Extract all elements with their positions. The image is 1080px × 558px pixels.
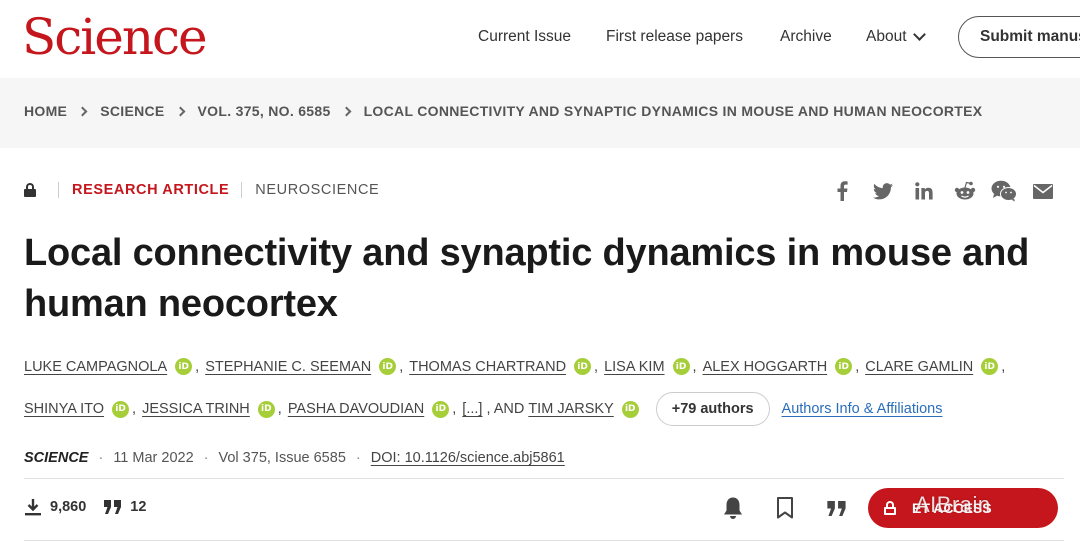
science-logo[interactable]: Science [22,8,208,66]
nav-archive[interactable]: Archive [780,28,832,46]
author-link[interactable]: ALEX HOGGARTH [703,359,828,375]
email-icon[interactable] [1030,180,1056,202]
download-count: 9,860 [50,499,87,515]
cite-quote-icon[interactable] [823,494,851,522]
nav-about-label: About [866,28,907,45]
author-link[interactable]: CLARE GAMLIN [865,359,973,375]
author-link[interactable]: TIM JARSKY [528,401,613,417]
orcid-icon[interactable]: iD [672,358,690,375]
volume-issue: Vol 375, Issue 6585 [218,450,346,466]
chevron-down-icon [912,28,926,41]
author-list: SHINYA ITO iD, JESSICA TRINH iD, PASHA D… [24,392,1064,426]
doi-link[interactable]: DOI: 10.1126/science.abj5861 [371,450,565,466]
citation-count: 12 [130,499,147,515]
author-link[interactable]: JESSICA TRINH [142,401,250,417]
lock-icon [24,183,36,197]
author-list: LUKE CAMPAGNOLA iD, STEPHANIE C. SEEMAN … [24,358,1006,375]
chevron-right-icon [341,106,352,116]
breadcrumb: HOME SCIENCE VOL. 375, NO. 6585 LOCAL CO… [24,103,982,119]
orcid-icon[interactable]: iD [621,400,639,418]
author-link[interactable]: LUKE CAMPAGNOLA [24,359,167,375]
orcid-icon[interactable]: iD [112,400,130,418]
linkedin-icon[interactable] [911,180,937,202]
authors-info-affiliations-link[interactable]: Authors Info & Affiliations [782,401,943,417]
lock-icon [884,501,896,515]
download-icon [24,498,42,516]
twitter-icon[interactable] [870,180,896,202]
orcid-icon[interactable]: iD [175,358,193,375]
chevron-right-icon [77,106,88,116]
author-link[interactable]: THOMAS CHARTRAND [409,359,566,375]
orcid-icon[interactable]: iD [379,358,397,375]
reddit-icon[interactable] [952,180,978,202]
chevron-right-icon [175,106,185,116]
divider [24,478,1064,479]
divider [24,540,1064,541]
breadcrumb-home[interactable]: HOME [24,103,67,119]
breadcrumb-band: HOME SCIENCE VOL. 375, NO. 6585 LOCAL CO… [0,78,1080,148]
article-type[interactable]: RESEARCH ARTICLE [72,182,229,198]
author-link[interactable]: LISA KIM [604,359,664,375]
watermark: AIBrain [915,492,991,517]
facebook-icon[interactable] [829,180,855,202]
site-header: Science Current Issue First release pape… [0,0,1080,78]
publication-info: SCIENCE · 11 Mar 2022 · Vol 375, Issue 6… [24,450,565,466]
article-section[interactable]: NEUROSCIENCE [255,182,379,198]
breadcrumb-current: LOCAL CONNECTIVITY AND SYNAPTIC DYNAMICS… [363,103,983,119]
more-authors-button[interactable]: +79 authors [655,392,770,426]
wechat-icon[interactable] [990,180,1018,202]
breadcrumb-science[interactable]: SCIENCE [100,103,164,119]
and-text: , AND [486,401,525,417]
author-link[interactable]: SHINYA ITO [24,401,104,417]
article-metrics: 9,860 12 [24,498,146,516]
author-link[interactable]: STEPHANIE C. SEEMAN [205,359,371,375]
nav-first-release-papers[interactable]: First release papers [606,28,743,46]
orcid-icon[interactable]: iD [432,400,450,418]
bell-icon[interactable] [719,494,747,522]
orcid-icon[interactable]: iD [835,358,853,375]
bookmark-icon[interactable] [771,494,799,522]
authors-ellipsis[interactable]: [...] [462,401,482,417]
journal-name: SCIENCE [24,450,89,466]
orcid-icon[interactable]: iD [981,358,999,375]
quote-icon [104,500,122,514]
breadcrumb-volume[interactable]: VOL. 375, NO. 6585 [198,103,331,119]
article-meta: RESEARCH ARTICLE NEUROSCIENCE [24,182,379,198]
submit-manuscript-button[interactable]: Submit manus [958,16,1080,58]
orcid-icon[interactable]: iD [574,358,592,375]
article-title: Local connectivity and synaptic dynamics… [24,232,1030,325]
orcid-icon[interactable]: iD [257,400,275,418]
divider [58,182,59,198]
divider [241,182,243,198]
publication-date: 11 Mar 2022 [113,450,194,466]
nav-current-issue[interactable]: Current Issue [478,28,571,46]
nav-about[interactable]: About [866,28,926,46]
author-link[interactable]: PASHA DAVOUDIAN [288,401,424,417]
